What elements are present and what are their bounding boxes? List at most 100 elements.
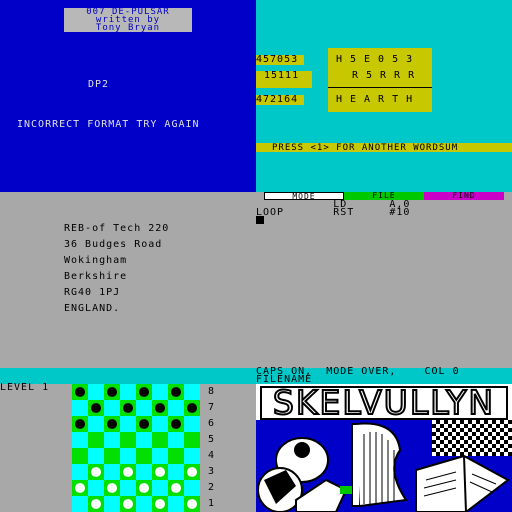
black-piece[interactable] [75, 419, 85, 429]
board-square[interactable] [184, 496, 200, 512]
board-square[interactable] [72, 416, 88, 432]
black-piece[interactable] [91, 403, 101, 413]
white-piece[interactable] [155, 499, 165, 509]
board-square[interactable] [152, 384, 168, 400]
word-row-1: H5E053 [336, 54, 421, 65]
row-number: 5 [208, 434, 216, 445]
white-piece[interactable] [123, 467, 133, 477]
board-square[interactable] [136, 448, 152, 464]
board-square[interactable] [88, 448, 104, 464]
board-square[interactable] [120, 496, 136, 512]
board-square[interactable] [72, 432, 88, 448]
title-box: 007 DE-PULSAR written by Tony Bryan [64, 8, 192, 33]
board-square[interactable] [152, 416, 168, 432]
board-square[interactable] [72, 496, 88, 512]
checker-board[interactable] [72, 384, 200, 512]
number-row-3: 472164 [256, 94, 299, 105]
black-piece[interactable] [171, 387, 181, 397]
board-square[interactable] [136, 480, 152, 496]
board-square[interactable] [136, 496, 152, 512]
board-square[interactable] [72, 384, 88, 400]
white-piece[interactable] [75, 483, 85, 493]
black-piece[interactable] [171, 419, 181, 429]
board-square[interactable] [152, 448, 168, 464]
black-piece[interactable] [123, 403, 133, 413]
board-square[interactable] [120, 400, 136, 416]
board-square[interactable] [120, 416, 136, 432]
board-square[interactable] [104, 496, 120, 512]
board-square[interactable] [104, 480, 120, 496]
board-square[interactable] [72, 448, 88, 464]
board-square[interactable] [88, 432, 104, 448]
white-piece[interactable] [187, 499, 197, 509]
board-square[interactable] [120, 384, 136, 400]
board-square[interactable] [104, 400, 120, 416]
board-square[interactable] [184, 384, 200, 400]
board-square[interactable] [104, 432, 120, 448]
row-number: 8 [208, 386, 216, 397]
board-square[interactable] [104, 464, 120, 480]
board-square[interactable] [184, 448, 200, 464]
white-piece[interactable] [155, 467, 165, 477]
board-square[interactable] [184, 400, 200, 416]
menu-find[interactable]: FIND [424, 192, 504, 200]
board-square[interactable] [168, 480, 184, 496]
board-square[interactable] [72, 464, 88, 480]
white-piece[interactable] [91, 499, 101, 509]
board-square[interactable] [184, 480, 200, 496]
white-piece[interactable] [139, 483, 149, 493]
white-piece[interactable] [171, 483, 181, 493]
board-square[interactable] [184, 416, 200, 432]
board-square[interactable] [88, 416, 104, 432]
board-square[interactable] [104, 384, 120, 400]
board-square[interactable] [168, 416, 184, 432]
board-square[interactable] [88, 496, 104, 512]
white-piece[interactable] [123, 499, 133, 509]
board-square[interactable] [152, 496, 168, 512]
board-square[interactable] [88, 400, 104, 416]
address-line: REB-of Tech 220 [64, 223, 170, 234]
board-square[interactable] [120, 432, 136, 448]
board-square[interactable] [104, 448, 120, 464]
white-piece[interactable] [187, 467, 197, 477]
board-square[interactable] [104, 416, 120, 432]
board-square[interactable] [136, 416, 152, 432]
white-piece[interactable] [107, 483, 117, 493]
board-square[interactable] [168, 400, 184, 416]
board-square[interactable] [88, 384, 104, 400]
board-square[interactable] [136, 400, 152, 416]
board-square[interactable] [168, 496, 184, 512]
board-square[interactable] [168, 384, 184, 400]
black-piece[interactable] [155, 403, 165, 413]
board-square[interactable] [184, 464, 200, 480]
board-square[interactable] [120, 464, 136, 480]
white-piece[interactable] [91, 467, 101, 477]
board-square[interactable] [88, 480, 104, 496]
board-square[interactable] [152, 400, 168, 416]
board-square[interactable] [168, 432, 184, 448]
board-square[interactable] [136, 432, 152, 448]
board-square[interactable] [152, 480, 168, 496]
board-square[interactable] [72, 480, 88, 496]
board-square[interactable] [120, 480, 136, 496]
board-square[interactable] [72, 400, 88, 416]
black-piece[interactable] [139, 419, 149, 429]
black-piece[interactable] [139, 387, 149, 397]
board-square[interactable] [88, 464, 104, 480]
author-name: Tony Bryan [95, 23, 161, 33]
black-piece[interactable] [187, 403, 197, 413]
prompt-text[interactable]: PRESS <1> FOR ANOTHER WORDSUM [272, 143, 458, 153]
board-square[interactable] [184, 432, 200, 448]
board-square[interactable] [136, 384, 152, 400]
board-square[interactable] [120, 448, 136, 464]
board-square[interactable] [136, 464, 152, 480]
board-square[interactable] [152, 432, 168, 448]
black-piece[interactable] [107, 419, 117, 429]
board-square[interactable] [168, 464, 184, 480]
black-piece[interactable] [75, 387, 85, 397]
board-square[interactable] [152, 464, 168, 480]
black-piece[interactable] [107, 387, 117, 397]
green-gem [340, 486, 352, 494]
board-square[interactable] [168, 448, 184, 464]
number-row-1: 457053 [256, 54, 299, 65]
